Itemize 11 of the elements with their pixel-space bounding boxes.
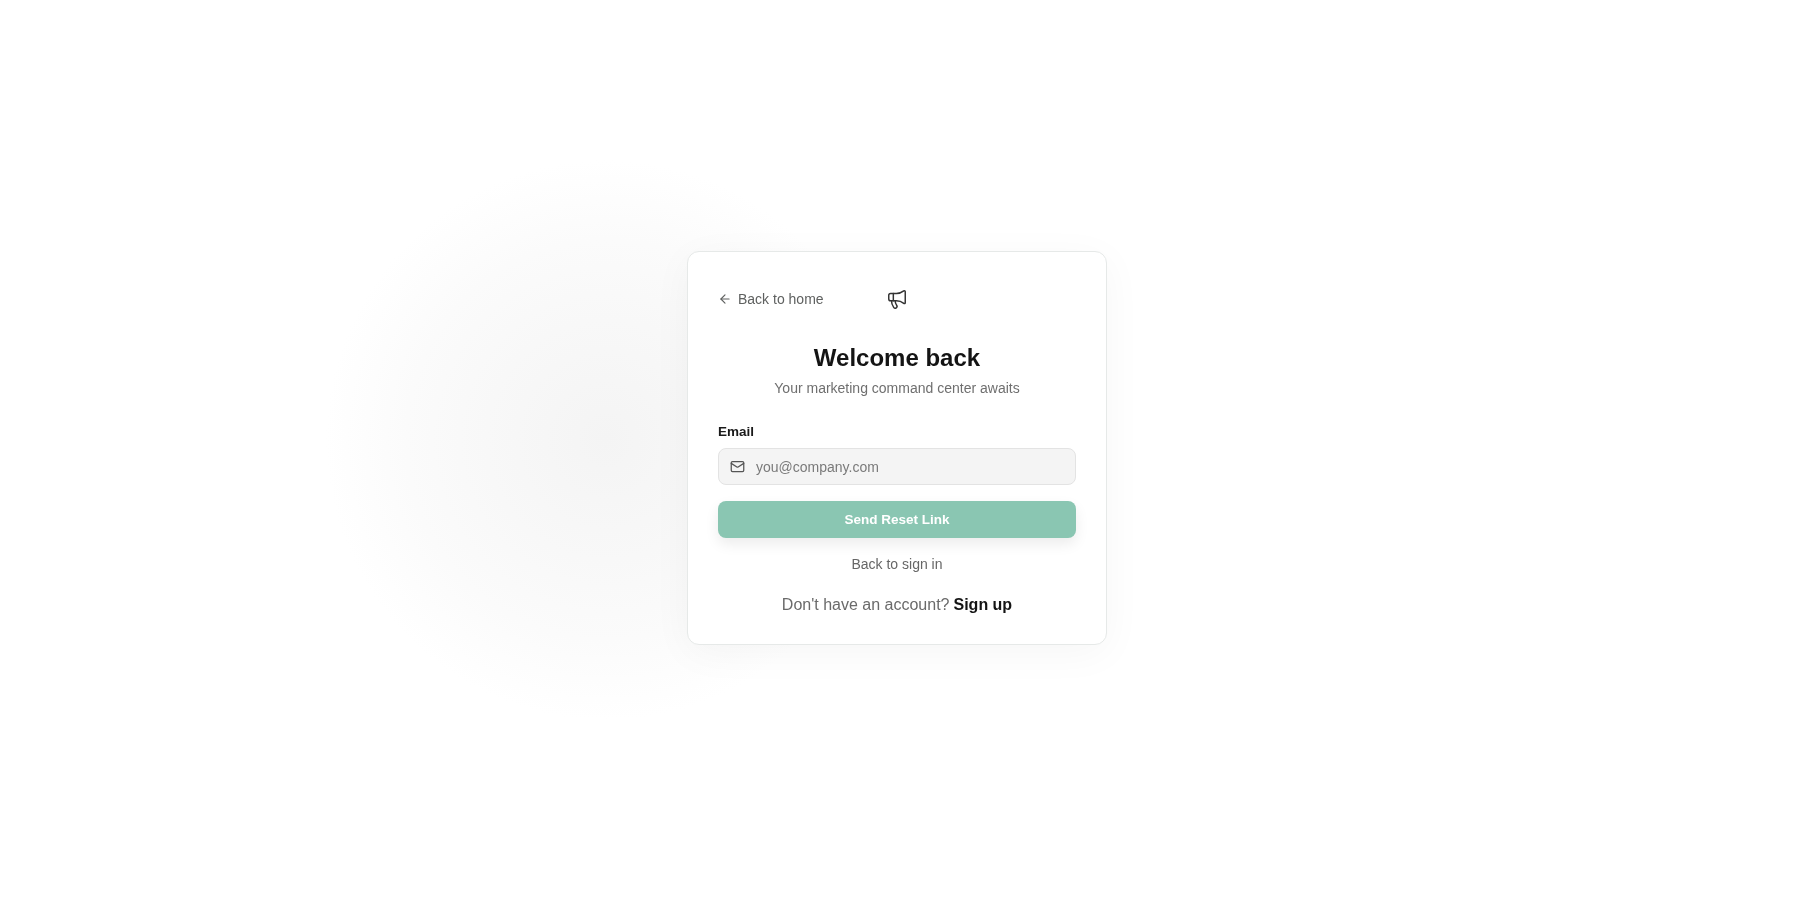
back-to-home-link[interactable]: Back to home xyxy=(718,291,824,307)
email-label: Email xyxy=(718,424,755,439)
sign-up-link[interactable]: Sign up xyxy=(953,596,1013,614)
back-to-sign-in-link[interactable]: Back to sign in xyxy=(851,556,943,572)
page-heading: Welcome back xyxy=(813,344,981,372)
email-field[interactable]: you@company.com xyxy=(718,448,1076,485)
subtitle: Your marketing command center awaits xyxy=(774,380,1020,396)
arrow-left-icon xyxy=(718,292,732,306)
signup-prompt: Don't have an account? xyxy=(781,596,950,614)
megaphone-icon xyxy=(886,288,908,310)
mail-icon xyxy=(730,459,745,474)
